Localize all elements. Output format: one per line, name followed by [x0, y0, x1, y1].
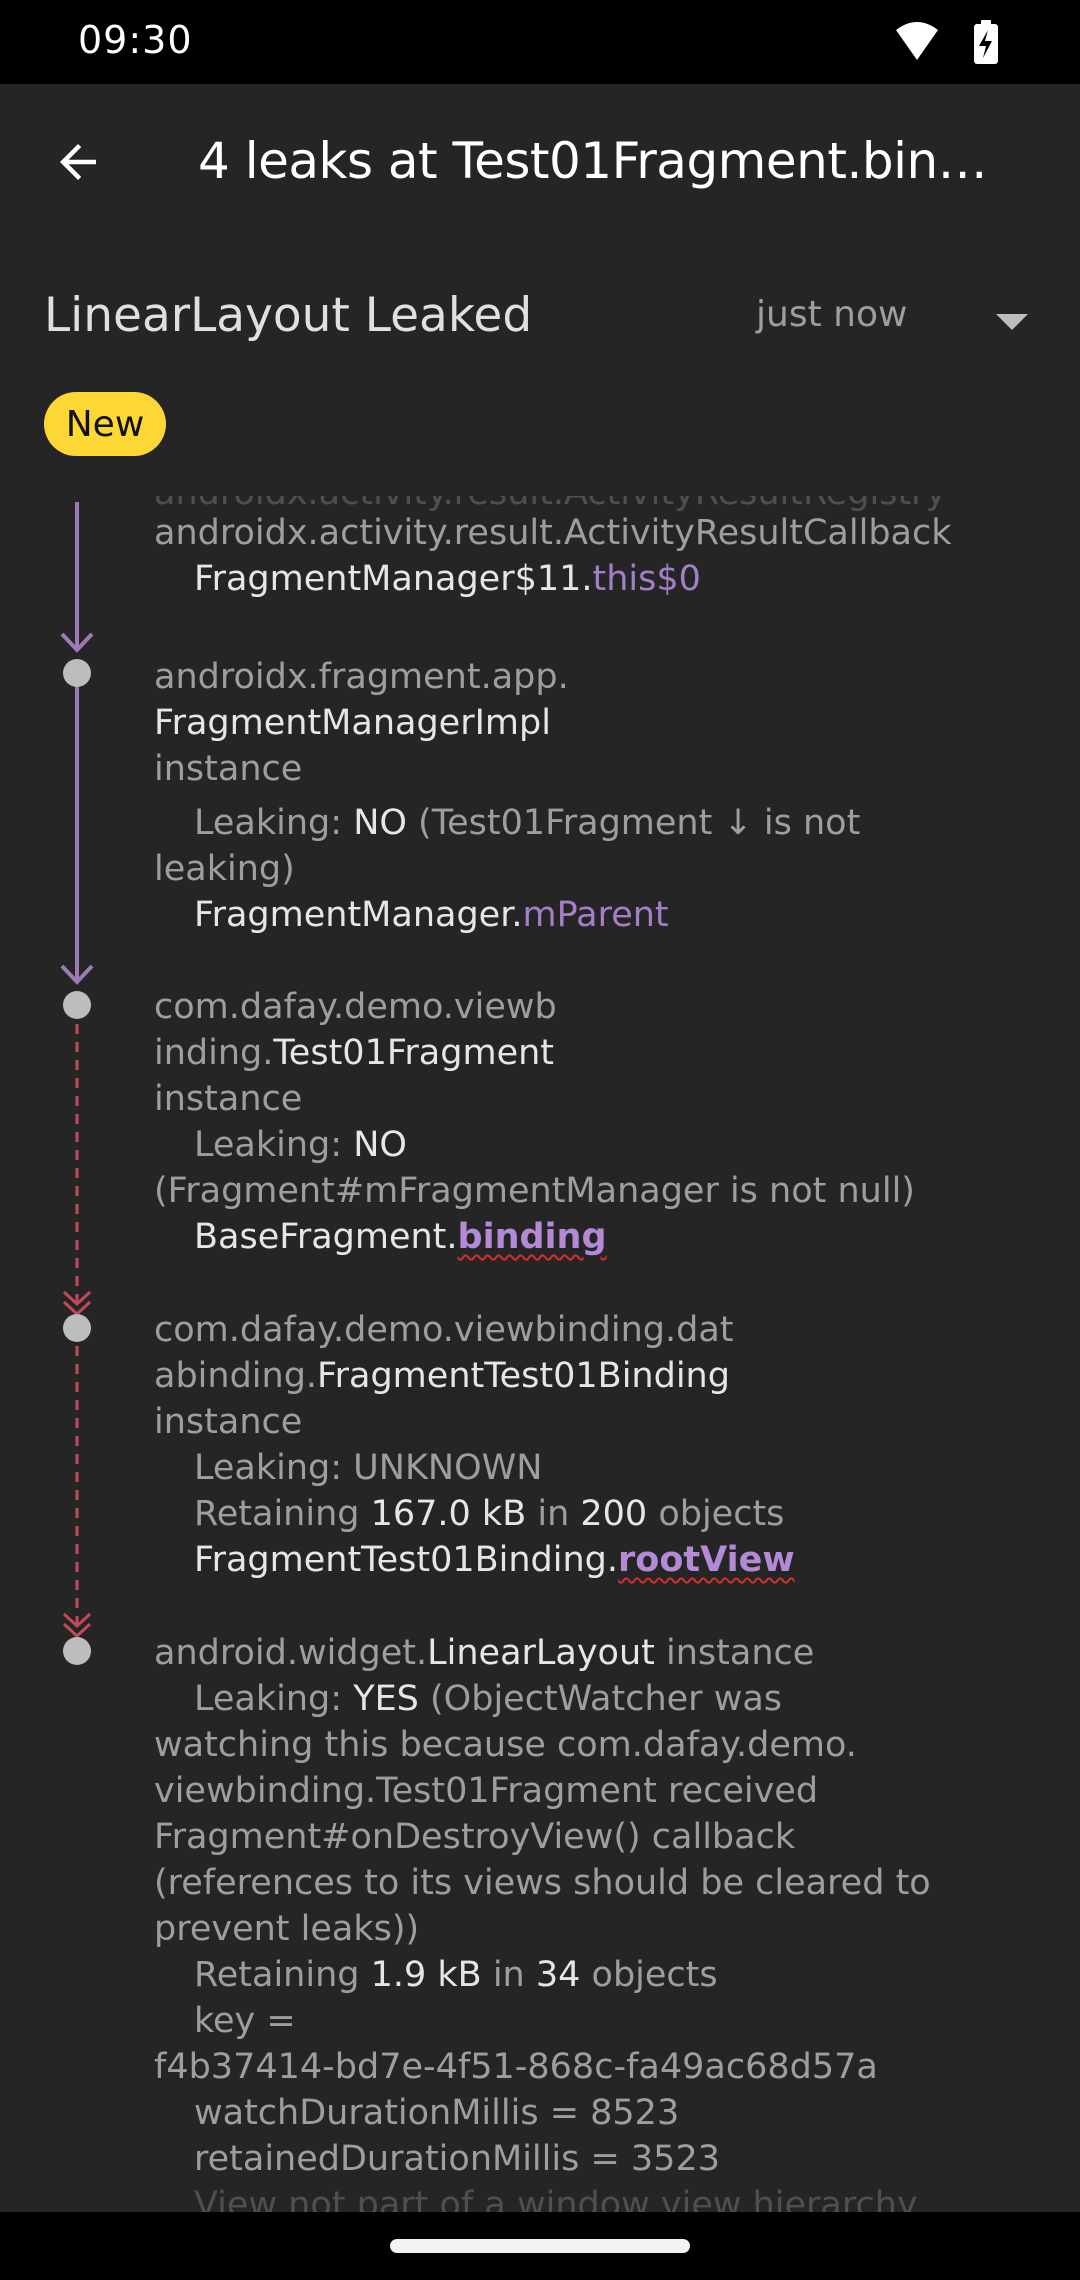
- leak-time: just now: [756, 294, 908, 335]
- trace-node-1-kind: instance: [154, 749, 303, 789]
- trace-node-4-watch-duration: watchDurationMillis = 8523: [194, 2093, 680, 2133]
- trace-node-4-reason: watching this because com.dafay.demo.: [154, 1725, 857, 1765]
- back-button[interactable]: [36, 120, 120, 204]
- arrow-left-icon: [60, 144, 96, 180]
- trace-node-1-reason: leaking): [154, 849, 295, 889]
- trace-node-3-reference[interactable]: FragmentTest01Binding.rootView: [154, 1537, 1080, 1583]
- dropdown-button[interactable]: [970, 290, 1054, 354]
- trace-node-dot: [63, 659, 91, 687]
- trace-node-1-reference: FragmentManager.mParent: [194, 895, 669, 935]
- trace-node-dot: [63, 991, 91, 1019]
- trace-connector-graphic: [60, 502, 94, 1665]
- trace-node-4-reason: viewbinding.Test01Fragment received: [154, 1771, 819, 1811]
- trace-node-3-kind: instance: [154, 1402, 303, 1442]
- trace-node-2-class: inding.Test01Fragment: [154, 1033, 555, 1073]
- trace-node-2-reference[interactable]: BaseFragment.binding: [154, 1214, 1080, 1260]
- triangle-down-icon: [996, 314, 1028, 330]
- trace-node-2: com.dafay.demo.viewb: [154, 987, 557, 1027]
- trace-reference: FragmentManager$11.this$0: [194, 559, 701, 599]
- trace-node-4-leaking: Leaking: YES (ObjectWatcher was: [194, 1679, 782, 1719]
- status-time: 09:30: [78, 18, 193, 62]
- navigation-bar: [0, 2212, 1080, 2280]
- trace-node-2-leaking: Leaking: NO: [194, 1125, 407, 1165]
- trace-node-3-retaining: Retaining 167.0 kB in 200 objects: [194, 1494, 785, 1534]
- trace-node-3-class: abinding.FragmentTest01Binding: [154, 1356, 730, 1396]
- trace-node-1-class: FragmentManagerImpl: [154, 703, 551, 743]
- status-icons: [894, 20, 1004, 66]
- leak-title: LinearLayout Leaked: [44, 288, 533, 343]
- wifi-icon: [896, 22, 938, 60]
- trace-node-4-reason: Fragment#onDestroyView() callback: [154, 1817, 796, 1857]
- trace-node-4-partial: View not part of a window view hierarchy: [194, 2185, 918, 2212]
- home-gesture-handle[interactable]: [390, 2239, 690, 2253]
- trace-node-4-retaining: Retaining 1.9 kB in 34 objects: [194, 1955, 718, 1995]
- trace-node-2-reason: (Fragment#mFragmentManager is not null): [154, 1171, 915, 1211]
- app-bar: 4 leaks at Test01Fragment.binding: [0, 84, 1080, 238]
- trace-node-1-leaking: Leaking: NO (Test01Fragment ↓ is not: [194, 803, 861, 843]
- leak-header[interactable]: LinearLayout Leaked just now: [0, 270, 1080, 366]
- status-bar: 09:30: [0, 0, 1080, 84]
- trace-node-4-key-value: f4b37414-bd7e-4f51-868c-fa49ac68d57a: [154, 2047, 878, 2087]
- status-badge: New: [44, 392, 166, 456]
- trace-node-4-reason: (references to its views should be clear…: [154, 1863, 931, 1903]
- trace-node-1: androidx.fragment.app.: [154, 657, 569, 697]
- trace-line: androidx.activity.result.ActivityResultC…: [154, 513, 952, 553]
- battery-charging-icon: [974, 20, 998, 64]
- trace-node-3-leaking: Leaking: UNKNOWN: [194, 1448, 543, 1488]
- leak-trace: androidx.activity.result.ActivityResultR…: [0, 496, 1080, 2212]
- trace-node-3: com.dafay.demo.viewbinding.dat: [154, 1310, 734, 1350]
- trace-node-4-retained-duration: retainedDurationMillis = 3523: [194, 2139, 720, 2179]
- trace-node-4-reason: prevent leaks)): [154, 1909, 420, 1949]
- trace-node-4: android.widget.LinearLayout instance: [154, 1633, 815, 1673]
- trace-node-4-key-label: key =: [194, 2001, 296, 2041]
- page-title: 4 leaks at Test01Fragment.binding: [198, 132, 1018, 190]
- trace-node-2-kind: instance: [154, 1079, 303, 1119]
- trace-node-dot: [63, 1314, 91, 1342]
- trace-node-dot: [63, 1637, 91, 1665]
